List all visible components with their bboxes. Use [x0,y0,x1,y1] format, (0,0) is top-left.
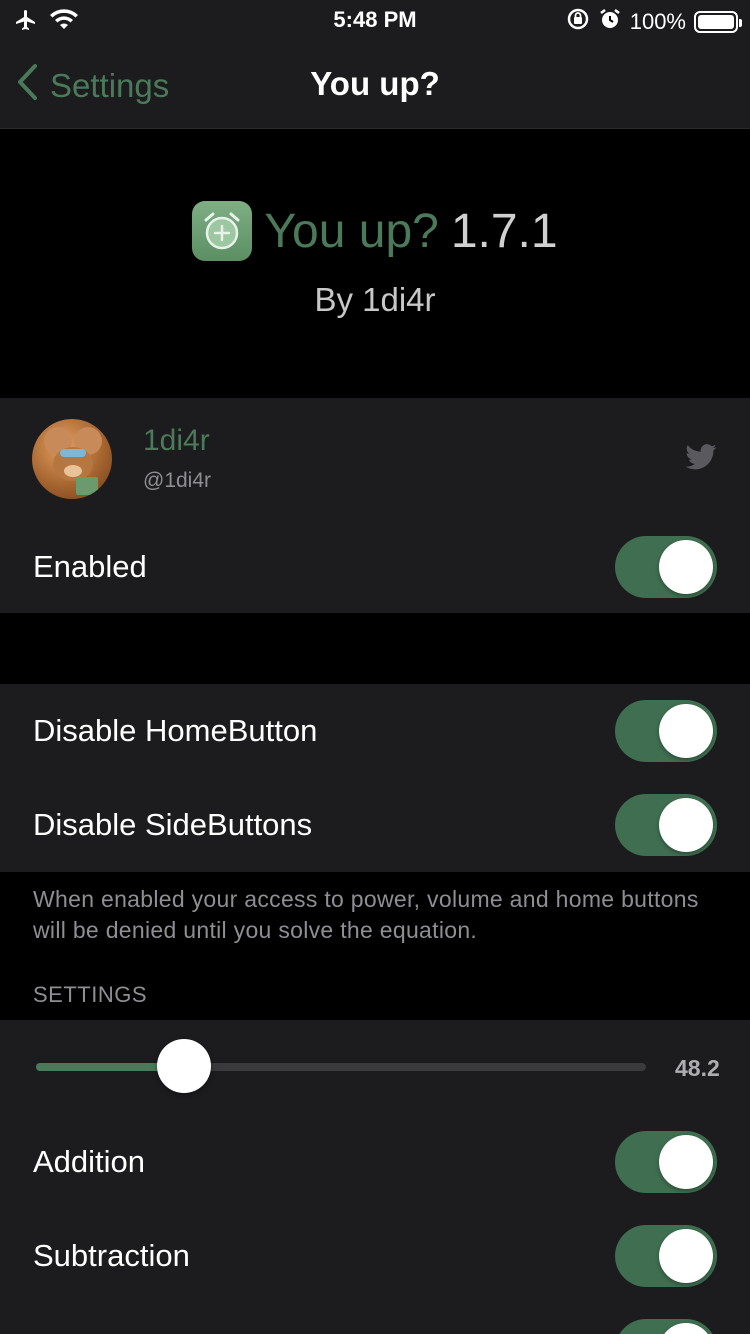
status-bar: 5:48 PM 100% [0,0,750,40]
battery-percent: 100% [629,9,686,34]
addition-label: Addition [33,1144,146,1179]
toggle-knob [659,798,713,852]
toggle-knob [659,540,713,594]
addition-toggle[interactable] [615,1131,717,1193]
settings-section-header: SETTINGS [33,982,148,1007]
subtraction-label: Subtraction [33,1238,190,1273]
twitter-icon [685,444,717,475]
enabled-label: Enabled [33,548,147,584]
next-option-toggle[interactable] [615,1319,717,1334]
disable-homebutton-label: Disable HomeButton [33,713,318,748]
battery-icon [694,11,742,33]
disable-buttons-footer: When enabled your access to power, volum… [33,886,699,943]
enabled-toggle[interactable] [615,536,717,598]
toggle-knob [659,1229,713,1283]
alarm-clock-icon [192,201,253,261]
disable-homebutton-toggle[interactable] [615,700,717,762]
slider-thumb[interactable] [157,1039,212,1093]
battery-fill [698,15,734,29]
disable-homebutton-row: Disable HomeButton [0,684,750,778]
disable-buttons-group: Disable HomeButton Disable SideButtons [0,684,750,872]
developer-handle: @1di4r [143,469,212,492]
developer-row[interactable]: 1di4r @1di4r [0,398,750,520]
addition-row: Addition [0,1115,750,1209]
disable-sidebuttons-label: Disable SideButtons [33,807,313,842]
tweak-name: You up? [264,204,439,258]
avatar [32,419,112,499]
nav-bar: Settings You up? [0,40,750,129]
toggle-knob [659,704,713,758]
page-title: You up? [310,65,440,102]
developer-group: 1di4r @1di4r Enabled [0,398,750,613]
tweak-banner: You up? 1.7.1 By 1di4r [0,129,750,397]
slider-value: 48.2 [675,1055,720,1081]
toggle-knob [659,1135,713,1189]
developer-name: 1di4r [143,424,210,457]
next-option-row [0,1303,750,1334]
rotation-lock-icon [566,7,590,37]
subtraction-toggle[interactable] [615,1225,717,1287]
subtraction-row: Subtraction [0,1209,750,1303]
banner-title-line: You up? 1.7.1 [0,201,750,261]
disable-sidebuttons-toggle[interactable] [615,794,717,856]
tweak-author: By 1di4r [314,281,436,318]
disable-sidebuttons-row: Disable SideButtons [0,778,750,872]
enabled-row: Enabled [0,520,750,613]
status-right-icons: 100% [566,7,742,37]
timeout-slider[interactable] [36,1063,646,1071]
tweak-version: 1.7.1 [450,204,558,258]
alarm-icon [598,7,622,37]
toggle-knob [659,1323,713,1334]
